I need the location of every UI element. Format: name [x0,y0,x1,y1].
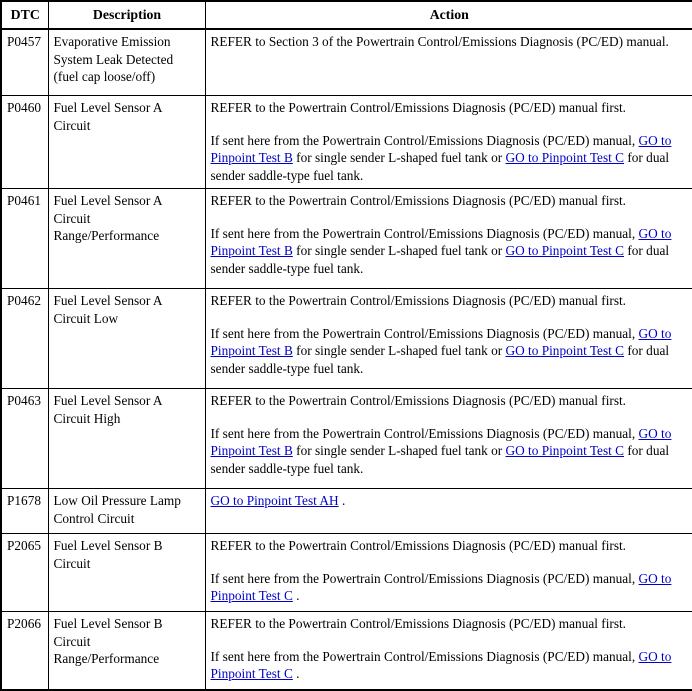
description-line: Circuit [53,633,91,649]
action-text: . [292,666,300,682]
action-text: for single sender L-shaped fuel tank or [292,443,506,459]
table-header-row: DTC Description Action [0,0,692,31]
action-text: . [292,588,300,604]
action-text: REFER to the Powertrain Control/Emission… [210,393,627,409]
description-line: Fuel Level Sensor B [53,538,163,554]
action-paragraph: REFER to the Powertrain Control/Emission… [211,392,689,410]
action-text: REFER to the Powertrain Control/Emission… [210,193,627,209]
action-paragraph: If sent here from the Powertrain Control… [211,225,689,278]
table-row: P0460 Fuel Level Sensor A Circuit REFER to … [0,95,692,190]
cell-description: Evaporative Emission System Leak Detected… [47,28,206,97]
cell-action: REFER to Section 3 of the Powertrain Con… [204,28,692,97]
action-paragraph: If sent here from the Powertrain Control… [211,325,689,378]
description-line: Range/Performance [53,228,160,244]
action-text: REFER to the Powertrain Control/Emission… [210,100,627,116]
table-row: P2066 Fuel Level Sensor B Circuit Range/Per… [0,611,692,691]
action-text: for single sender L-shaped fuel tank or [292,243,506,259]
description-line: Circuit [53,117,91,133]
action-paragraph: REFER to the Powertrain Control/Emission… [211,615,689,633]
description-line: Fuel Level Sensor A [53,100,163,116]
action-paragraph: REFER to Section 3 of the Powertrain Con… [211,33,689,51]
action-text: If sent here from the Powertrain Control… [210,225,639,241]
cell-action: REFER to the Powertrain Control/Emission… [204,188,692,290]
cell-dtc-code: P2065 [0,533,49,613]
cell-description: Fuel Level Sensor B Circuit Range/Performa… [47,611,206,691]
dtc-reference-table: DTC Description Action P0457 Evaporative … [0,0,692,691]
cell-action: GO to Pinpoint Test AH . [204,488,692,535]
action-text: If sent here from the Powertrain Control… [210,570,639,586]
cell-dtc-code: P0461 [0,188,49,290]
table-row: P2065 Fuel Level Sensor B Circuit REFER to … [0,533,692,613]
action-paragraph: If sent here from the Powertrain Control… [211,132,689,185]
action-text: REFER to the Powertrain Control/Emission… [210,538,627,554]
cell-action: REFER to the Powertrain Control/Emission… [204,611,692,691]
description-line: Control Circuit [53,510,135,526]
description-line: Circuit High [53,410,121,426]
pinpoint-test-link[interactable]: GO to Pinpoint Test C [506,443,625,458]
description-line: Fuel Level Sensor A [53,293,163,309]
description-line: System Leak Detected [53,51,174,67]
cell-description: Fuel Level Sensor A Circuit Range/Performa… [47,188,206,290]
description-line: Circuit Low [53,310,119,326]
pinpoint-test-link[interactable]: GO to Pinpoint Test C [506,343,625,358]
cell-description: Fuel Level Sensor B Circuit [47,533,206,613]
description-line: Evaporative Emission [53,34,171,50]
action-paragraph: REFER to the Powertrain Control/Emission… [211,192,689,210]
cell-dtc-code: P0460 [0,95,49,190]
description-line: Circuit [53,210,91,226]
table-header: DTC Description Action [0,0,692,31]
column-header-dtc: DTC [0,0,49,31]
pinpoint-test-link[interactable]: GO to Pinpoint Test C [506,150,625,165]
cell-dtc-code: P1678 [0,488,49,535]
action-text: . [338,493,346,509]
cell-description: Fuel Level Sensor A Circuit [47,95,206,190]
description-line: Circuit [53,555,91,571]
table-body: P0457 Evaporative Emission System Leak Det… [0,28,692,691]
description-line: Range/Performance [53,651,160,667]
action-text: If sent here from the Powertrain Control… [210,425,639,441]
column-header-action: Action [204,0,692,31]
action-text: for single sender L-shaped fuel tank or [292,343,506,359]
action-text: If sent here from the Powertrain Control… [210,325,639,341]
table-row: P0461 Fuel Level Sensor A Circuit Range/Per… [0,188,692,290]
cell-action: REFER to the Powertrain Control/Emission… [204,288,692,390]
description-line: Low Oil Pressure Lamp [53,493,181,509]
action-text: REFER to the Powertrain Control/Emission… [210,293,627,309]
table-row: P0463 Fuel Level Sensor A Circuit High REFE… [0,388,692,490]
column-header-description: Description [47,0,206,31]
cell-description: Fuel Level Sensor A Circuit Low [47,288,206,390]
cell-action: REFER to the Powertrain Control/Emission… [204,533,692,613]
action-text: REFER to the Powertrain Control/Emission… [210,616,627,632]
action-paragraph: REFER to the Powertrain Control/Emission… [211,537,689,555]
action-paragraph: If sent here from the Powertrain Control… [211,570,689,605]
cell-dtc-code: P0457 [0,28,49,97]
table-row: P1678 Low Oil Pressure Lamp Control Circui… [0,488,692,535]
action-paragraph: REFER to the Powertrain Control/Emission… [211,292,689,310]
action-text: REFER to Section 3 of the Powertrain Con… [210,34,669,50]
action-paragraph: GO to Pinpoint Test AH . [211,492,689,510]
action-paragraph: If sent here from the Powertrain Control… [211,425,689,478]
action-paragraph: REFER to the Powertrain Control/Emission… [211,99,689,117]
cell-dtc-code: P0463 [0,388,49,490]
description-line: Fuel Level Sensor A [53,193,163,209]
pinpoint-test-link[interactable]: GO to Pinpoint Test AH [211,493,339,508]
cell-dtc-code: P0462 [0,288,49,390]
pinpoint-test-link[interactable]: GO to Pinpoint Test C [506,243,625,258]
cell-description: Low Oil Pressure Lamp Control Circuit [47,488,206,535]
description-line: Fuel Level Sensor B [53,616,163,632]
action-text: If sent here from the Powertrain Control… [210,132,639,148]
action-text: If sent here from the Powertrain Control… [210,648,639,664]
cell-action: REFER to the Powertrain Control/Emission… [204,388,692,490]
description-line: Fuel Level Sensor A [53,393,163,409]
cell-description: Fuel Level Sensor A Circuit High [47,388,206,490]
cell-action: REFER to the Powertrain Control/Emission… [204,95,692,190]
action-text: for single sender L-shaped fuel tank or [292,150,506,166]
table-row: P0457 Evaporative Emission System Leak Det… [0,28,692,97]
cell-dtc-code: P2066 [0,611,49,691]
action-paragraph: If sent here from the Powertrain Control… [211,648,689,683]
table-row: P0462 Fuel Level Sensor A Circuit Low REFER… [0,288,692,390]
description-line: (fuel cap loose/off) [53,69,156,85]
